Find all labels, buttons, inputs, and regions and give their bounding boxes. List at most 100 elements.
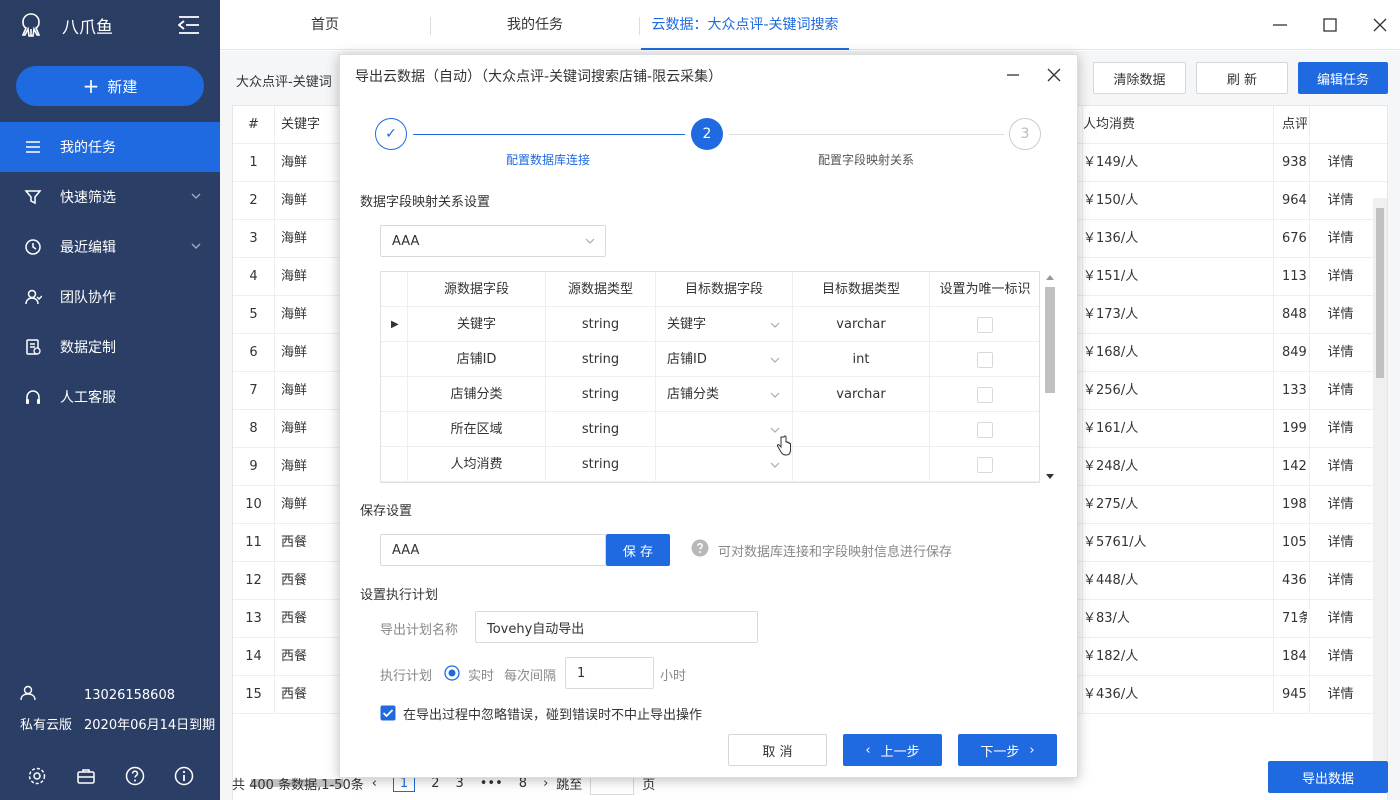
unique-key-checkbox[interactable]	[977, 316, 993, 333]
row-number: 1	[233, 144, 275, 182]
clear-data-button[interactable]: 清除数据	[1093, 62, 1186, 94]
unique-key-checkbox[interactable]	[977, 456, 993, 473]
detail-link[interactable]: 详情	[1309, 524, 1371, 562]
sidebar-item-label: 最近编辑	[60, 240, 116, 256]
row-avg-spend: ￥151/人	[1082, 258, 1138, 296]
row-keyword: 海鲜	[281, 307, 308, 322]
interval-input[interactable]: 1	[565, 657, 654, 689]
briefcase-icon[interactable]	[76, 766, 96, 786]
chevron-down-icon	[585, 238, 595, 244]
row-keyword: 海鲜	[281, 231, 308, 246]
table-vertical-scrollbar[interactable]	[1373, 198, 1387, 778]
detail-link[interactable]: 详情	[1309, 562, 1371, 600]
row-keyword: 海鲜	[281, 497, 308, 512]
cancel-button[interactable]: 取 消	[728, 734, 827, 766]
tab-home[interactable]: 首页	[260, 0, 390, 50]
plan-name-input[interactable]: Tovehy自动导出	[475, 611, 758, 643]
detail-link[interactable]: 详情	[1309, 182, 1371, 220]
prev-step-button[interactable]: ‹ 上一步	[843, 734, 942, 766]
detail-link[interactable]: 详情	[1309, 600, 1371, 638]
col-header: 目标数据字段	[656, 272, 793, 307]
edit-task-button[interactable]: 编辑任务	[1298, 62, 1388, 94]
source-field: 店铺ID	[408, 342, 546, 377]
detail-link[interactable]: 详情	[1309, 372, 1371, 410]
help-icon[interactable]	[125, 766, 145, 786]
row-avg-spend: ￥136/人	[1082, 220, 1138, 258]
save-name-input[interactable]: AAA	[380, 534, 606, 566]
mapping-header-row: 源数据字段 源数据类型 目标数据字段 目标数据类型 设置为唯一标识	[381, 272, 1039, 307]
detail-link[interactable]: 详情	[1309, 638, 1371, 676]
list-icon	[26, 141, 40, 153]
scroll-up-icon[interactable]	[1045, 273, 1055, 281]
sidebar-item-team[interactable]: 团队协作	[0, 272, 220, 322]
detail-link[interactable]: 详情	[1309, 220, 1371, 258]
col-header-count: 点评	[1273, 106, 1307, 144]
refresh-button[interactable]: 刷 新	[1196, 62, 1288, 94]
mapping-row: 所在区域 string	[381, 412, 1039, 447]
mapping-scrollbar[interactable]	[1043, 271, 1057, 483]
minimize-window-icon[interactable]	[1270, 15, 1290, 35]
detail-link[interactable]: 详情	[1309, 486, 1371, 524]
row-review-count: 1339	[1273, 372, 1307, 410]
settings-icon[interactable]	[27, 766, 47, 786]
new-task-button[interactable]: + 新建	[16, 66, 204, 106]
user-phone: 13026158608	[84, 687, 175, 703]
unique-key-checkbox[interactable]	[977, 351, 993, 368]
target-field-select[interactable]	[656, 412, 793, 447]
target-type: varchar	[793, 307, 930, 342]
detail-link[interactable]: 详情	[1309, 296, 1371, 334]
minimize-icon[interactable]	[1005, 67, 1021, 83]
unique-key-checkbox[interactable]	[977, 421, 993, 438]
detail-link[interactable]: 详情	[1309, 334, 1371, 372]
row-review-count: 71条	[1273, 600, 1307, 638]
col-header-avg: 人均消费	[1082, 106, 1135, 144]
target-field-select[interactable]: 店铺分类	[656, 377, 793, 412]
realtime-radio[interactable]	[444, 665, 460, 681]
target-field-value: 店铺ID	[667, 352, 707, 367]
detail-link[interactable]: 详情	[1309, 676, 1371, 714]
detail-link[interactable]: 详情	[1309, 410, 1371, 448]
ignore-errors-label: 在导出过程中忽略错误，碰到错误时不中止导出操作	[403, 708, 703, 723]
export-data-button[interactable]: 导出数据	[1268, 761, 1388, 793]
row-review-count: 1981	[1273, 486, 1307, 524]
unique-key-cell	[930, 447, 1039, 482]
detail-link[interactable]: 详情	[1309, 448, 1371, 486]
detail-link[interactable]: 详情	[1309, 258, 1371, 296]
team-icon	[25, 289, 42, 305]
row-avg-spend: ￥248/人	[1082, 448, 1138, 486]
row-review-count: 848条	[1273, 296, 1307, 334]
sidebar-item-my-tasks[interactable]: 我的任务	[0, 122, 220, 172]
sidebar-item-quick-filter[interactable]: 快速筛选	[0, 172, 220, 222]
step-3-label: 配置字段映射关系	[818, 153, 915, 167]
col-header-num: #	[233, 106, 275, 144]
target-field-select[interactable]: 关键字	[656, 307, 793, 342]
next-step-button[interactable]: 下一步 ›	[958, 734, 1057, 766]
info-icon[interactable]	[174, 766, 194, 786]
hand-cursor-icon	[776, 435, 791, 456]
sidebar-bottom-icons	[0, 766, 220, 786]
tab-cloud-data[interactable]: 云数据：大众点评-关键词搜索	[641, 0, 849, 50]
scroll-down-icon[interactable]	[1045, 473, 1055, 481]
detail-link[interactable]: 详情	[1309, 144, 1371, 182]
sidebar-item-recent-edits[interactable]: 最近编辑	[0, 222, 220, 272]
sidebar-item-custom-data[interactable]: 数据定制	[0, 322, 220, 372]
row-number: 13	[233, 600, 275, 638]
col-header: 源数据字段	[408, 272, 546, 307]
target-field-select[interactable]	[656, 447, 793, 482]
source-type: string	[546, 447, 656, 482]
ignore-errors-checkbox[interactable]	[380, 705, 396, 721]
close-window-icon[interactable]	[1370, 15, 1390, 35]
save-button[interactable]: 保 存	[606, 534, 670, 566]
mapping-profile-select[interactable]: AAA	[380, 225, 606, 257]
close-icon[interactable]	[1046, 67, 1062, 83]
row-number: 11	[233, 524, 275, 562]
step-connector	[413, 134, 685, 135]
unique-key-checkbox[interactable]	[977, 386, 993, 403]
sidebar-item-support[interactable]: 人工客服	[0, 372, 220, 422]
target-field-select[interactable]: 店铺ID	[656, 342, 793, 377]
maximize-window-icon[interactable]	[1320, 15, 1340, 35]
filter-icon	[24, 190, 42, 205]
row-keyword: 海鲜	[281, 155, 308, 170]
collapse-menu-icon[interactable]	[178, 15, 200, 35]
tab-my-tasks[interactable]: 我的任务	[450, 0, 620, 50]
